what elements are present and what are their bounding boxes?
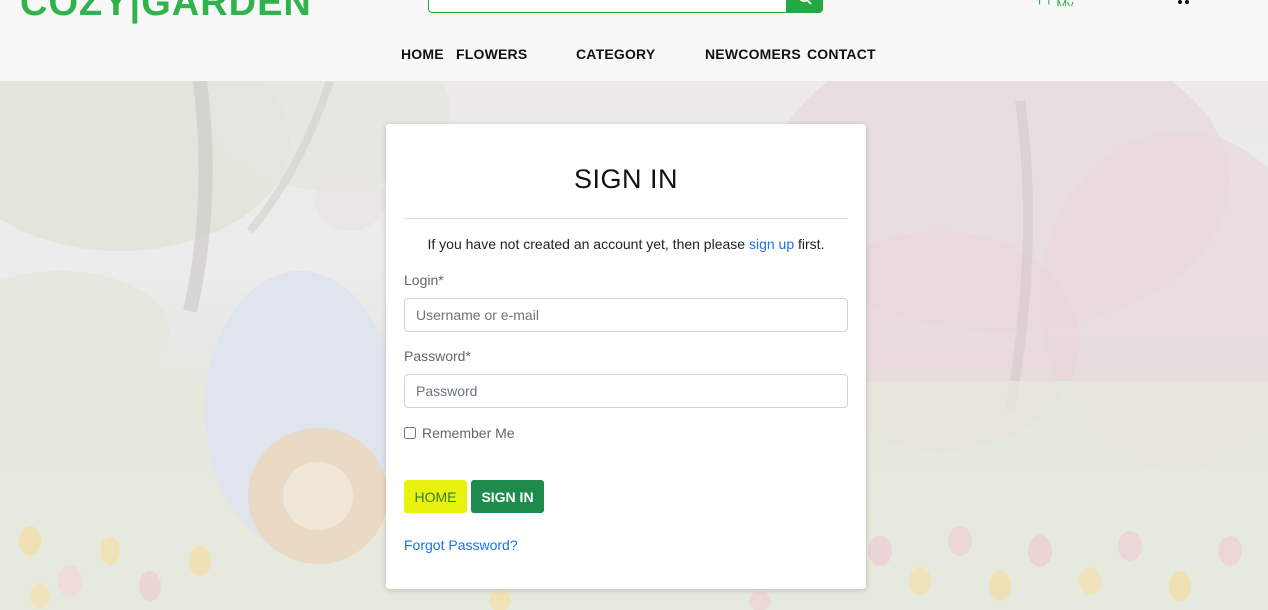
remember-me[interactable]: Remember Me — [404, 425, 515, 441]
my-account-link[interactable]: My Account — [1038, 0, 1108, 6]
user-icon — [1039, 0, 1050, 5]
forgot-password-link[interactable]: Forgot Password? — [404, 537, 518, 553]
cart-link[interactable] — [1172, 0, 1196, 6]
cart-icon — [1178, 0, 1189, 4]
login-input[interactable] — [404, 298, 848, 332]
search-icon — [799, 0, 811, 4]
search-button[interactable] — [786, 0, 823, 13]
signup-prompt: If you have not created an account yet, … — [386, 236, 866, 252]
search-input[interactable] — [428, 0, 788, 13]
signup-prompt-tail: first. — [794, 236, 825, 252]
signin-card: SIGN IN If you have not created an accou… — [386, 124, 866, 589]
nav-flowers[interactable]: FLOWERS — [456, 46, 527, 62]
signin-button[interactable]: SIGN IN — [471, 480, 544, 513]
my-account-label: My Account — [1056, 0, 1108, 6]
nav-contact[interactable]: CONTACT — [807, 46, 876, 62]
password-label: Password* — [404, 348, 471, 364]
main-nav: HOME FLOWERS CATEGORY NEWCOMERS CONTACT — [0, 46, 1268, 66]
home-button[interactable]: HOME — [404, 480, 467, 513]
site-header: COZY|GARDEN My Account HOME FLOWERS CATE… — [0, 0, 1268, 81]
signup-prompt-text: If you have not created an account yet, … — [427, 236, 749, 252]
nav-category[interactable]: CATEGORY — [576, 46, 655, 62]
signup-link[interactable]: sign up — [749, 236, 794, 252]
search-bar — [428, 0, 824, 13]
site-logo[interactable]: COZY|GARDEN — [20, 0, 312, 25]
password-input[interactable] — [404, 374, 848, 408]
nav-newcomers[interactable]: NEWCOMERS — [705, 46, 801, 62]
title-divider — [404, 218, 848, 219]
login-label: Login* — [404, 272, 444, 288]
signin-title: SIGN IN — [573, 164, 678, 194]
nav-home[interactable]: HOME — [401, 46, 444, 62]
remember-me-checkbox[interactable] — [404, 427, 416, 439]
remember-me-label: Remember Me — [422, 425, 515, 441]
